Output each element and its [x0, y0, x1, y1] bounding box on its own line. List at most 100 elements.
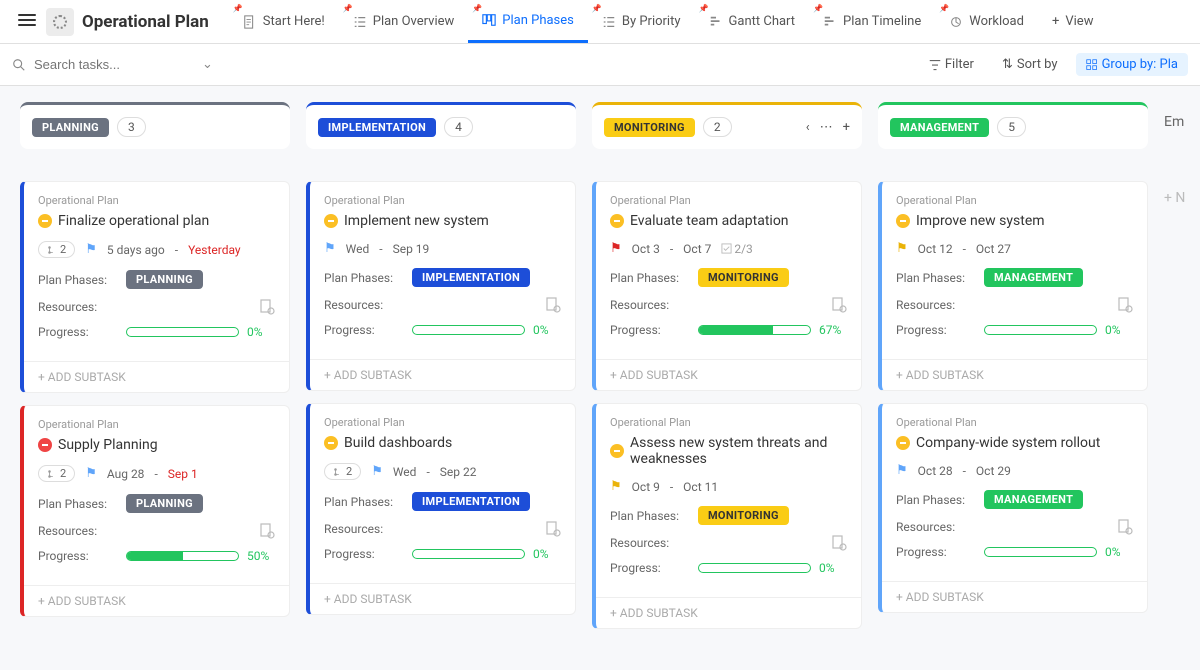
progress-bar[interactable] [984, 325, 1097, 335]
tab-workload[interactable]: 📌 Workload [935, 0, 1038, 43]
tab-plan-overview[interactable]: 📌 Plan Overview [339, 0, 469, 43]
chevron-down-icon[interactable]: ⌄ [202, 57, 213, 72]
task-card[interactable]: Operational PlanBuild dashboards2⚑Wed-Se… [306, 403, 576, 615]
status-dot[interactable] [896, 214, 910, 228]
tab-plan-timeline[interactable]: 📌 Plan Timeline [809, 0, 935, 43]
count-badge: 4 [444, 117, 473, 137]
phase-label: Plan Phases: [896, 271, 974, 285]
tab-plan-phases[interactable]: 📌 Plan Phases [468, 0, 588, 43]
status-dot[interactable] [324, 436, 338, 450]
pin-icon: 📌 [699, 4, 709, 13]
group-by-button[interactable]: Group by: Pla [1076, 53, 1188, 76]
phase-tag: MANAGEMENT [890, 118, 989, 137]
status-dot[interactable] [324, 214, 338, 228]
task-card[interactable]: Operational PlanImprove new system⚑Oct 1… [878, 181, 1148, 391]
task-card[interactable]: Operational PlanSupply Planning2⚑Aug 28-… [20, 405, 290, 617]
progress-percent: 0% [247, 325, 275, 339]
add-subtask-button[interactable]: + ADD SUBTASK [310, 359, 575, 390]
add-subtask-button[interactable]: + ADD SUBTASK [596, 597, 861, 628]
date-sep: - [175, 243, 178, 257]
add-subtask-button[interactable]: + ADD SUBTASK [596, 359, 861, 390]
date-sep: - [670, 242, 673, 256]
phase-label: Plan Phases: [896, 493, 974, 507]
task-card[interactable]: Operational PlanAssess new system threat… [592, 403, 862, 629]
checklist-count: 2/3 [721, 242, 752, 256]
filter-button[interactable]: Filter [919, 53, 984, 76]
date-end: Oct 11 [683, 480, 718, 494]
card-folder: Operational Plan [324, 194, 561, 207]
status-dot[interactable] [610, 444, 624, 458]
resources-icon[interactable] [259, 299, 275, 315]
progress-bar[interactable] [698, 325, 811, 335]
resources-label: Resources: [610, 536, 688, 550]
status-dot[interactable] [38, 214, 52, 228]
progress-bar[interactable] [412, 549, 525, 559]
more-icon[interactable]: ⋯ [820, 120, 833, 135]
progress-bar[interactable] [126, 551, 239, 561]
task-card[interactable]: Operational PlanCompany-wide system roll… [878, 403, 1148, 613]
resources-icon[interactable] [545, 521, 561, 537]
tab-label: By Priority [622, 14, 681, 29]
group-label: Group by: Pla [1102, 57, 1178, 72]
resources-icon[interactable] [831, 535, 847, 551]
collapse-icon[interactable]: ‹ [806, 120, 810, 135]
task-card[interactable]: Operational PlanImplement new system⚑Wed… [306, 181, 576, 391]
add-subtask-button[interactable]: + ADD SUBTASK [882, 581, 1147, 612]
date-end: Yesterday [188, 243, 241, 257]
add-subtask-button[interactable]: + ADD SUBTASK [24, 361, 289, 392]
column-header[interactable]: IMPLEMENTATION4 [306, 102, 576, 149]
flag-icon: ⚑ [610, 241, 622, 256]
menu-button[interactable] [8, 5, 46, 39]
list-icon [353, 15, 367, 29]
card-folder: Operational Plan [324, 416, 561, 429]
pin-icon: 📌 [343, 4, 353, 13]
progress-bar[interactable] [984, 547, 1097, 557]
tab-by-priority[interactable]: 📌 By Priority [588, 0, 695, 43]
progress-label: Progress: [38, 549, 116, 563]
column-header[interactable]: PLANNING3 [20, 102, 290, 149]
add-subtask-button[interactable]: + ADD SUBTASK [24, 585, 289, 616]
pin-icon: 📌 [233, 4, 243, 13]
add-new-button[interactable]: + N [1164, 190, 1200, 206]
column-header[interactable]: MANAGEMENT5 [878, 102, 1148, 149]
card-folder: Operational Plan [610, 194, 847, 207]
progress-label: Progress: [324, 323, 402, 337]
phase-value: MONITORING [698, 268, 789, 287]
status-dot[interactable] [38, 438, 52, 452]
progress-bar[interactable] [698, 563, 811, 573]
sort-button[interactable]: ⇅ Sort by [992, 53, 1068, 76]
progress-bar[interactable] [126, 327, 239, 337]
add-subtask-button[interactable]: + ADD SUBTASK [310, 583, 575, 614]
add-card-icon[interactable]: + [843, 120, 850, 135]
tab-label: Plan Phases [502, 13, 574, 28]
add-subtask-button[interactable]: + ADD SUBTASK [882, 359, 1147, 390]
subtask-count: 2 [38, 241, 75, 258]
date-end: Oct 27 [976, 242, 1011, 256]
progress-bar[interactable] [412, 325, 525, 335]
date-start: 5 days ago [107, 243, 165, 257]
status-dot[interactable] [896, 436, 910, 450]
resources-icon[interactable] [831, 297, 847, 313]
date-start: Wed [393, 465, 417, 479]
resources-icon[interactable] [1117, 297, 1133, 313]
task-card[interactable]: Operational PlanEvaluate team adaptation… [592, 181, 862, 391]
add-view-button[interactable]: + View [1038, 0, 1108, 43]
status-dot[interactable] [610, 214, 624, 228]
column-header[interactable]: MONITORING2‹⋯+ [592, 102, 862, 149]
phase-value: IMPLEMENTATION [412, 268, 530, 287]
view-tabs: 📌 Start Here! 📌 Plan Overview 📌 Plan Pha… [229, 0, 1108, 43]
search-input[interactable] [34, 57, 194, 72]
tab-start-here[interactable]: 📌 Start Here! [229, 0, 339, 43]
card-folder: Operational Plan [896, 194, 1133, 207]
date-end: Sep 19 [393, 242, 430, 256]
date-start: Aug 28 [107, 467, 145, 481]
resources-icon[interactable] [1117, 519, 1133, 535]
resources-icon[interactable] [545, 297, 561, 313]
resources-icon[interactable] [259, 523, 275, 539]
task-card[interactable]: Operational PlanFinalize operational pla… [20, 181, 290, 393]
phase-tag: PLANNING [32, 118, 109, 137]
resources-label: Resources: [324, 298, 402, 312]
tab-gantt-chart[interactable]: 📌 Gantt Chart [695, 0, 810, 43]
card-title-text: Finalize operational plan [58, 213, 209, 229]
progress-percent: 0% [1105, 545, 1133, 559]
